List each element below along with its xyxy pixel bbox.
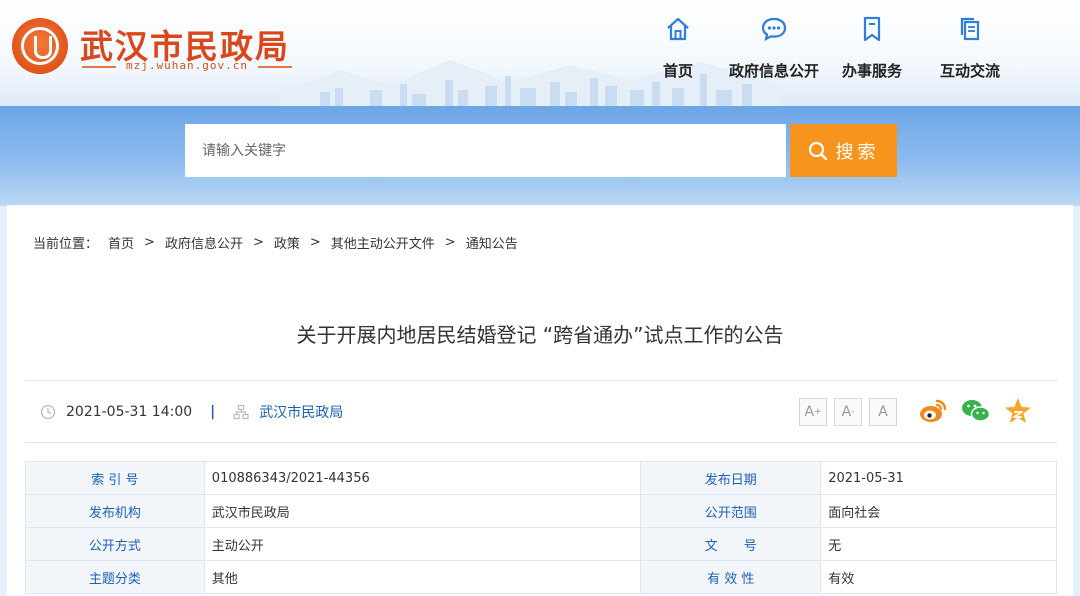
site-header: 武汉市民政局 mzj.wuhan.gov.cn 首页 政府信息公开 办事服务 互… bbox=[0, 0, 1080, 110]
nav-interaction[interactable]: 互动交流 bbox=[940, 14, 1000, 81]
bureau-emblem-icon[interactable] bbox=[12, 18, 68, 74]
meta-divider: | bbox=[210, 404, 216, 420]
font-size-label: A bbox=[804, 404, 815, 420]
divider bbox=[25, 442, 1057, 443]
table-row: 公开方式 主动公开 文 号 无 bbox=[25, 527, 1057, 561]
info-key: 公开范围 bbox=[640, 494, 822, 528]
info-value: 武汉市民政局 bbox=[203, 494, 642, 528]
breadcrumb-item-policy[interactable]: 政策 bbox=[274, 233, 300, 252]
font-size-decrease-button[interactable]: A- bbox=[834, 398, 862, 426]
breadcrumb-separator: > bbox=[309, 235, 321, 250]
clock-icon bbox=[40, 404, 56, 420]
search-icon bbox=[808, 141, 827, 160]
divider bbox=[25, 380, 1057, 381]
info-value: 面向社会 bbox=[820, 494, 1057, 528]
info-value: 其他 bbox=[203, 560, 642, 594]
nav-label: 互动交流 bbox=[940, 62, 1001, 80]
table-row: 主题分类 其他 有 效 性 有效 bbox=[25, 560, 1057, 594]
info-value: 主动公开 bbox=[203, 527, 642, 561]
search-input[interactable] bbox=[185, 124, 786, 177]
table-row: 发布机构 武汉市民政局 公开范围 面向社会 bbox=[25, 494, 1057, 528]
breadcrumb-item-other-files[interactable]: 其他主动公开文件 bbox=[331, 233, 435, 252]
font-size-increase-button[interactable]: A + bbox=[799, 398, 827, 426]
breadcrumb-prefix: 当前位置： bbox=[33, 237, 99, 252]
breadcrumb-item-notices[interactable]: 通知公告 bbox=[466, 233, 518, 252]
table-row: 索 引 号 010886343/2021-44356 发布日期 2021-05-… bbox=[25, 461, 1057, 495]
info-key: 有 效 性 bbox=[640, 560, 822, 594]
weibo-icon[interactable] bbox=[918, 396, 948, 426]
site-url: mzj.wuhan.gov.cn bbox=[82, 59, 292, 72]
nav-label: 办事服务 bbox=[842, 62, 903, 80]
city-skyline-decoration bbox=[280, 60, 780, 110]
article-meta: 2021-05-31 14:00 | 武汉市民政局 bbox=[40, 402, 343, 422]
font-size-reset-button[interactable]: A bbox=[869, 398, 897, 426]
bookmark-icon bbox=[857, 14, 887, 44]
article-title: 关于开展内地居民结婚登记 “跨省通办”试点工作的公告 bbox=[296, 323, 784, 347]
chat-bubble-icon bbox=[759, 14, 789, 44]
info-value: 010886343/2021-44356 bbox=[203, 461, 642, 495]
breadcrumb-item-home[interactable]: 首页 bbox=[108, 233, 134, 252]
info-key: 索 引 号 bbox=[25, 461, 205, 495]
info-key: 公开方式 bbox=[25, 527, 205, 561]
font-size-mark: + bbox=[814, 407, 822, 417]
organization-icon bbox=[233, 404, 249, 420]
publish-datetime: 2021-05-31 14:00 bbox=[66, 404, 193, 420]
font-size-label: A bbox=[878, 404, 888, 420]
wechat-icon[interactable] bbox=[961, 396, 991, 426]
breadcrumb-separator: > bbox=[252, 235, 264, 250]
article-source[interactable]: 武汉市民政局 bbox=[259, 402, 343, 422]
nav-home[interactable]: 首页 bbox=[663, 14, 693, 81]
info-value: 2021-05-31 bbox=[820, 461, 1057, 495]
breadcrumb-separator: > bbox=[444, 235, 456, 250]
search-button[interactable]: 搜索 bbox=[790, 124, 897, 177]
documents-icon bbox=[955, 14, 985, 44]
document-info-table: 索 引 号 010886343/2021-44356 发布日期 2021-05-… bbox=[25, 461, 1057, 594]
breadcrumb-separator: > bbox=[144, 235, 155, 250]
home-icon bbox=[663, 14, 693, 44]
nav-label: 首页 bbox=[663, 62, 694, 80]
info-key: 文 号 bbox=[640, 527, 822, 561]
info-key: 发布日期 bbox=[640, 461, 822, 495]
nav-gov-info[interactable]: 政府信息公开 bbox=[729, 14, 819, 81]
nav-label: 政府信息公开 bbox=[729, 62, 820, 80]
font-size-label: A bbox=[841, 404, 852, 420]
breadcrumb-item-gov-info[interactable]: 政府信息公开 bbox=[165, 233, 243, 252]
search-button-label: 搜索 bbox=[835, 141, 880, 163]
star-icon[interactable] bbox=[1003, 396, 1033, 426]
info-value: 无 bbox=[820, 527, 1057, 561]
info-value: 有效 bbox=[820, 560, 1057, 594]
info-key: 主题分类 bbox=[25, 560, 205, 594]
breadcrumb: 当前位置： 首页 > 政府信息公开 > 政策 > 其他主动公开文件 > 通知公告 bbox=[33, 233, 518, 252]
nav-services[interactable]: 办事服务 bbox=[842, 14, 902, 81]
info-key: 发布机构 bbox=[25, 494, 205, 528]
font-size-mark: - bbox=[851, 407, 855, 417]
